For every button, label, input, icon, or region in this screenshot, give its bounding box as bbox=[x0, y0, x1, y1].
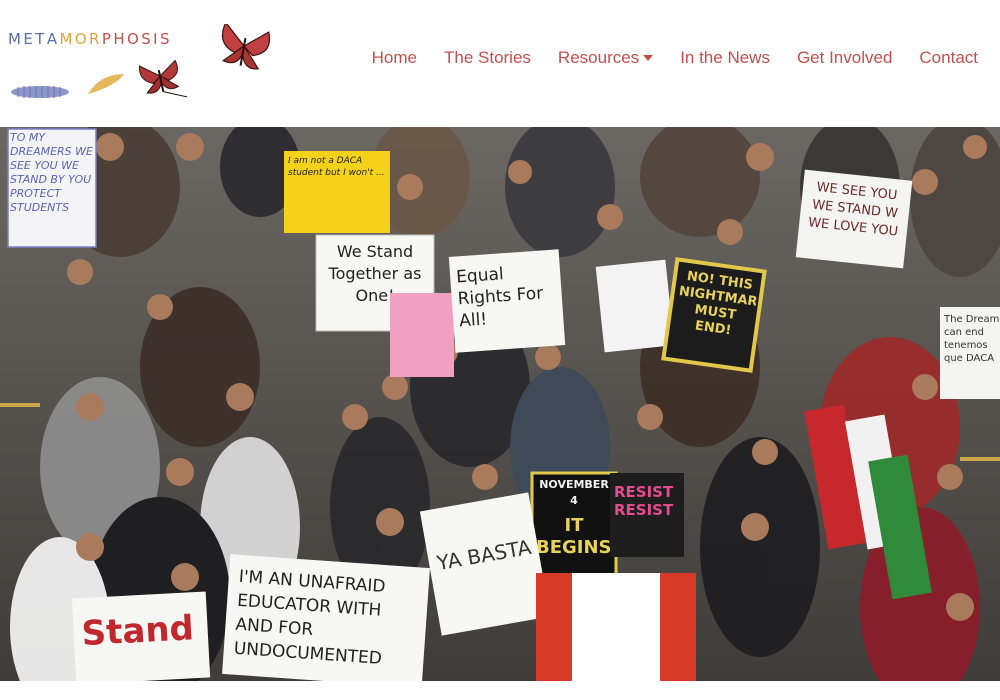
sign-equal-rights: Equal Rights For All! bbox=[448, 249, 566, 353]
sign-resist: RESIST RESIST bbox=[610, 473, 684, 557]
sign-white-circle bbox=[595, 259, 675, 353]
nav-get-involved[interactable]: Get Involved bbox=[797, 48, 892, 68]
site-header: METAMORPHOSIS Home The Stories Resources… bbox=[0, 0, 1000, 127]
nav-in-the-news[interactable]: In the News bbox=[680, 48, 770, 68]
sign-to-my-dreamers: TO MY DREAMERS WE SEE YOU WE STAND BY YO… bbox=[7, 128, 97, 248]
cocoon-icon bbox=[88, 74, 124, 94]
sign-text: The Dream can end tenemos que DACA bbox=[944, 314, 1000, 364]
hero-protest-photo: TO MY DREAMERS WE SEE YOU WE STAND BY YO… bbox=[0, 127, 1000, 681]
sign-ya-basta: YA BASTA bbox=[419, 492, 551, 636]
site-logo[interactable]: METAMORPHOSIS bbox=[8, 24, 288, 104]
nav-label: The Stories bbox=[443, 48, 531, 67]
page-footer-strip bbox=[0, 681, 1000, 700]
sign-text: NO! THIS NIGHTMARE MUST END! bbox=[677, 268, 760, 339]
sign-we-see-you: WE SEE YOU WE STAND W WE LOVE YOU bbox=[795, 169, 913, 269]
main-nav: Home The Stories Resources In the News G… bbox=[345, 48, 978, 68]
sign-dream-can-end: The Dream can end tenemos que DACA bbox=[940, 307, 1000, 399]
nav-resources-dropdown[interactable]: Resources bbox=[557, 48, 654, 68]
sign-text: Equal Rights For All! bbox=[455, 264, 544, 332]
sign-it-begins: NOVEMBER 4 IT BEGINS! bbox=[530, 471, 618, 581]
nav-home[interactable]: Home bbox=[372, 48, 417, 68]
butterfly-small-icon bbox=[138, 59, 188, 98]
caterpillar-icon bbox=[11, 86, 69, 98]
nav-label: Home bbox=[371, 48, 417, 67]
sign-yellow: I am not a DACA student but I won't ... bbox=[284, 151, 390, 233]
nav-label: Contact bbox=[919, 48, 978, 67]
sign-text: NOVEMBER 4 bbox=[539, 478, 609, 507]
caret-down-icon bbox=[643, 55, 654, 61]
flag-peru bbox=[536, 573, 696, 681]
sign-text: I am not a DACA student but I won't ... bbox=[288, 156, 385, 178]
sign-pink bbox=[390, 293, 454, 377]
sign-no-nightmare: NO! THIS NIGHTMARE MUST END! bbox=[661, 257, 767, 373]
sign-text: TO MY DREAMERS WE SEE YOU WE STAND BY YO… bbox=[10, 131, 93, 214]
nav-contact[interactable]: Contact bbox=[919, 48, 978, 68]
sign-educator: I'M AN UNAFRAID EDUCATOR WITH AND FOR UN… bbox=[222, 554, 430, 681]
protest-crowd-illustration: TO MY DREAMERS WE SEE YOU WE STAND BY YO… bbox=[0, 127, 1000, 681]
nav-label: Resources bbox=[557, 48, 640, 67]
butterfly-large-icon bbox=[221, 24, 271, 70]
sign-text: RESIST RESIST bbox=[614, 483, 674, 519]
nav-label: Get Involved bbox=[796, 48, 893, 67]
nav-label: In the News bbox=[680, 48, 770, 67]
sign-text: Stand bbox=[80, 608, 195, 655]
sign-text: WE SEE YOU WE STAND W WE LOVE YOU bbox=[807, 179, 899, 240]
sign-text: I'M AN UNAFRAID EDUCATOR WITH AND FOR UN… bbox=[233, 566, 387, 669]
sign-stand: Stand bbox=[71, 591, 211, 681]
metamorphosis-illustration-icon bbox=[11, 24, 271, 98]
sign-text: IT BEGINS! bbox=[536, 515, 612, 558]
nav-the-stories[interactable]: The Stories bbox=[444, 48, 531, 68]
